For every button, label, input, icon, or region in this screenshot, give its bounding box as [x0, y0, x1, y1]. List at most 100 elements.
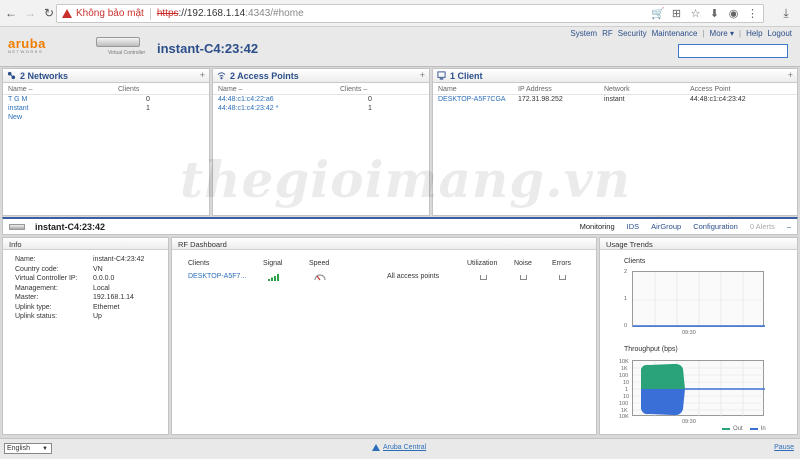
- reload-icon[interactable]: ↻: [41, 6, 57, 20]
- rf-col-utilization: Utilization: [467, 260, 498, 267]
- col-clients[interactable]: Clients: [118, 86, 178, 93]
- networks-panel: 2 Networks + Name – Clients T G M 0 inst…: [2, 68, 210, 216]
- network-name[interactable]: T G M: [8, 96, 118, 103]
- table-row[interactable]: 44:48:c1:c4:22:a6 0: [213, 95, 429, 104]
- new-network-link[interactable]: New: [8, 114, 22, 121]
- rf-client-link[interactable]: DESKTOP-A5F7...: [188, 273, 246, 280]
- throughput-tick: 10K: [619, 414, 629, 420]
- throughput-legend: Out In: [722, 426, 766, 432]
- info-value: VN: [93, 265, 103, 273]
- clients-tick: 0: [624, 323, 628, 329]
- info-panel: Info Name: instant-C4:23:42 Country code:…: [2, 237, 169, 435]
- network-clients: 0: [146, 96, 150, 103]
- clients-tick: 2: [624, 269, 628, 275]
- tab-configuration[interactable]: Configuration: [693, 222, 738, 231]
- nav-maintenance[interactable]: Maintenance: [652, 29, 698, 38]
- cart-icon[interactable]: 🛒: [651, 7, 665, 20]
- clients-tick: 1: [624, 296, 628, 302]
- rf-ap-label: All access points: [387, 273, 440, 280]
- info-row: Name: instant-C4:23:42: [3, 255, 168, 265]
- access-point-icon: [217, 72, 226, 80]
- info-value: instant-C4:23:42: [93, 256, 145, 263]
- col-access-point[interactable]: Access Point: [690, 86, 780, 93]
- client-name[interactable]: DESKTOP-A5F7CGA: [438, 96, 518, 103]
- throughput-tick: 1K: [621, 366, 628, 372]
- rf-col-signal: Signal: [263, 260, 283, 267]
- access-points-panel: 2 Access Points + Name – Clients – 44:48…: [212, 68, 430, 216]
- downloads-icon[interactable]: ⤓: [778, 6, 794, 21]
- vc-label: Virtual Controller: [108, 50, 146, 56]
- legend-in-label: In: [760, 426, 766, 432]
- network-name[interactable]: instant: [8, 105, 118, 112]
- extension-icon[interactable]: ◉: [727, 7, 740, 20]
- translate-icon[interactable]: ⊞: [670, 7, 683, 20]
- page-title: instant-C4:23:42: [157, 41, 259, 56]
- pause-link[interactable]: Pause: [774, 444, 794, 451]
- tab-alerts[interactable]: 0 Alerts: [750, 222, 775, 231]
- aruba-central-link[interactable]: Aruba Central: [383, 444, 426, 451]
- info-row: Management: Local: [3, 284, 168, 294]
- col-name[interactable]: Name –: [8, 86, 118, 93]
- browser-toolbar: ← → ↻ Không bảo mật https ://192.168.1.1…: [0, 0, 800, 27]
- rf-col-errors: Errors: [552, 260, 572, 267]
- add-network-icon[interactable]: +: [200, 70, 205, 80]
- table-row[interactable]: 44:48:c1:c4:23:42 * 1: [213, 104, 429, 113]
- footer: English ▼ Aruba Central Pause: [0, 438, 800, 459]
- ap-name[interactable]: 44:48:c1:c4:23:42 *: [218, 105, 340, 112]
- nav-system[interactable]: System: [570, 29, 597, 38]
- tab-monitoring[interactable]: Monitoring: [580, 222, 615, 231]
- throughput-in-area: [641, 389, 685, 416]
- forward-icon[interactable]: →: [22, 6, 38, 20]
- col-name[interactable]: Name –: [218, 86, 340, 93]
- table-row[interactable]: DESKTOP-A5F7CGA 172.31.98.252 instant 44…: [433, 95, 797, 104]
- client-ap: 44:48:c1:c4:23:42: [690, 96, 746, 103]
- tab-ids[interactable]: IDS: [627, 222, 640, 231]
- address-bar[interactable]: Không bảo mật https ://192.168.1.14 :434…: [56, 4, 764, 23]
- logo-subtext: NETWORKS: [8, 49, 44, 54]
- nav-more[interactable]: More ▾: [710, 29, 734, 38]
- search-input[interactable]: [678, 44, 788, 58]
- info-row: Uplink status: Up: [3, 312, 168, 322]
- access-points-title: 2 Access Points: [230, 70, 299, 81]
- nav-divider: |: [739, 29, 742, 38]
- add-ap-icon[interactable]: +: [420, 70, 425, 80]
- col-network[interactable]: Network: [604, 86, 690, 93]
- tab-airgroup[interactable]: AirGroup: [651, 222, 681, 231]
- throughput-tick: 10: [623, 394, 630, 400]
- back-icon[interactable]: ←: [3, 6, 19, 20]
- table-row[interactable]: T G M 0: [3, 95, 209, 104]
- download-icon[interactable]: ⬇: [708, 7, 721, 20]
- clients-title: 1 Client: [450, 70, 483, 81]
- table-row[interactable]: instant 1: [3, 104, 209, 113]
- security-label[interactable]: Không bảo mật: [76, 8, 144, 19]
- usage-trends-panel: Usage Trends Clients 2 1 0 09:30 Through…: [599, 237, 798, 435]
- throughput-tick: 100: [619, 401, 629, 407]
- add-client-icon[interactable]: +: [788, 70, 793, 80]
- ap-name[interactable]: 44:48:c1:c4:22:a6: [218, 96, 340, 103]
- nav-help[interactable]: Help: [746, 29, 762, 38]
- nav-rf[interactable]: RF: [602, 29, 613, 38]
- nav-security[interactable]: Security: [618, 29, 647, 38]
- noise-bar-icon: [520, 275, 527, 280]
- url-path: :4343/#home: [245, 8, 304, 19]
- info-row: Country code: VN: [3, 265, 168, 275]
- menu-icon[interactable]: ⋮: [746, 7, 759, 20]
- legend-out-swatch: [722, 428, 730, 430]
- throughput-tick: 10: [623, 380, 630, 386]
- ap-clients: 1: [368, 105, 372, 112]
- col-clients[interactable]: Clients –: [340, 86, 400, 93]
- aruba-central-icon: [372, 444, 380, 451]
- col-ip[interactable]: IP Address: [518, 86, 604, 93]
- info-value: Ethernet: [93, 303, 120, 311]
- rf-row[interactable]: DESKTOP-A5F7... All access points: [172, 273, 596, 283]
- language-select[interactable]: English ▼: [4, 443, 52, 454]
- col-name[interactable]: Name: [438, 86, 518, 93]
- throughput-tick: 10K: [619, 359, 629, 365]
- throughput-out-area: [641, 363, 685, 389]
- client-ip: 172.31.98.252: [518, 96, 563, 103]
- star-icon[interactable]: ☆: [689, 7, 702, 20]
- url-separator: [149, 7, 151, 20]
- nav-logout[interactable]: Logout: [768, 29, 792, 38]
- app-header: aruba NETWORKS Virtual Controller instan…: [0, 27, 800, 67]
- collapse-button[interactable]: –: [787, 222, 791, 231]
